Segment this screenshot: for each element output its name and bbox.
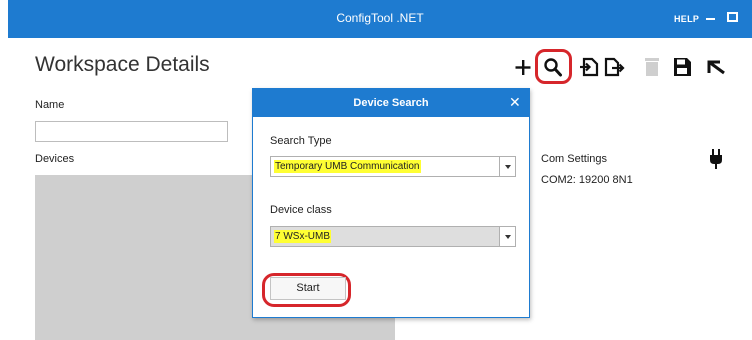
com-settings-value: COM2: 19200 8N1 xyxy=(541,174,633,186)
page-title: Workspace Details xyxy=(35,53,210,76)
search-icon xyxy=(544,58,562,77)
device-class-value: 7 WSx-UMB xyxy=(274,230,331,243)
title-bar: ConfigTool .NET HELP ✕ xyxy=(8,0,752,38)
undo-icon xyxy=(707,60,725,75)
help-button[interactable]: HELP xyxy=(674,14,699,24)
add-icon xyxy=(515,60,531,75)
start-button[interactable]: Start xyxy=(270,277,346,300)
device-class-label: Device class xyxy=(270,204,332,216)
save-button[interactable] xyxy=(671,55,693,79)
dialog-close-icon[interactable]: ✕ xyxy=(509,94,521,111)
name-label: Name xyxy=(35,99,65,111)
dialog-title: Device Search xyxy=(353,97,429,109)
delete-icon xyxy=(645,58,659,76)
name-input[interactable] xyxy=(35,121,228,142)
export-icon xyxy=(604,57,625,77)
dialog-header: Device Search ✕ xyxy=(253,89,529,117)
search-type-value: Temporary UMB Communication xyxy=(274,160,421,173)
connect-button[interactable] xyxy=(707,148,725,170)
search-type-label: Search Type xyxy=(270,135,332,147)
device-class-select[interactable]: 7 WSx-UMB xyxy=(270,226,516,247)
maximize-icon[interactable] xyxy=(727,12,738,22)
undo-button[interactable] xyxy=(705,55,727,79)
import-icon xyxy=(580,57,599,77)
window-left-edge xyxy=(0,0,8,340)
delete-button[interactable] xyxy=(641,55,663,79)
window-title: ConfigTool .NET xyxy=(336,11,424,25)
chevron-down-icon[interactable] xyxy=(499,227,515,246)
add-button[interactable] xyxy=(512,55,534,79)
import-button[interactable] xyxy=(578,55,600,79)
save-icon xyxy=(674,58,691,76)
device-search-dialog: Device Search ✕ Search Type Temporary UM… xyxy=(252,88,530,318)
search-type-select[interactable]: Temporary UMB Communication xyxy=(270,156,516,177)
devices-label: Devices xyxy=(35,153,75,165)
plug-icon xyxy=(710,149,722,169)
search-button[interactable] xyxy=(542,55,564,79)
export-button[interactable] xyxy=(603,55,625,79)
minimize-icon[interactable] xyxy=(706,18,715,20)
chevron-down-icon[interactable] xyxy=(499,157,515,176)
com-settings-label: Com Settings xyxy=(541,153,608,165)
